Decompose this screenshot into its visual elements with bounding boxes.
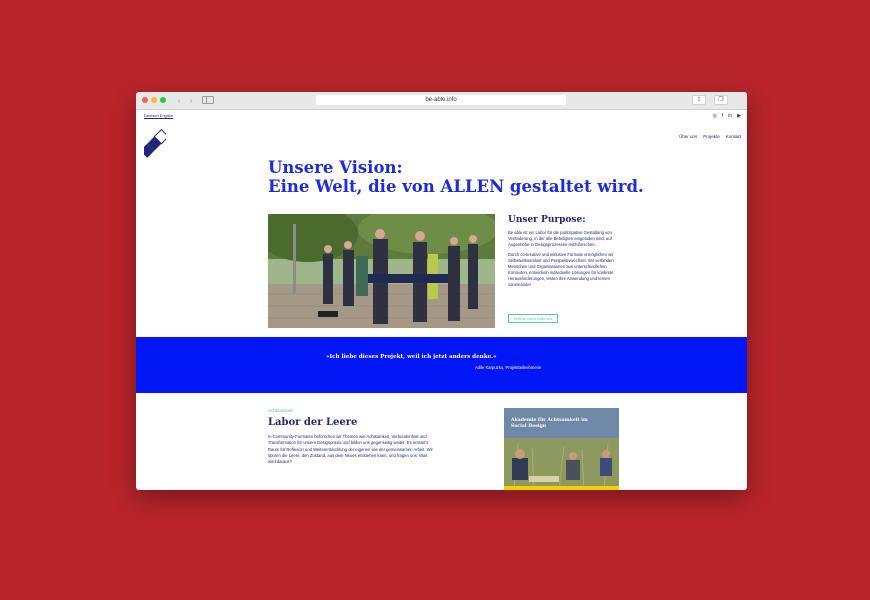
browser-toolbar: ‹ › be-able.info ⇪ ❐: [136, 92, 747, 110]
address-bar[interactable]: be-able.info: [316, 95, 566, 105]
purpose-paragraph-1: Be able ist ein Labor für die partizipat…: [508, 230, 612, 247]
language-switch[interactable]: Deutsch English: [144, 113, 173, 118]
minimize-window-button[interactable]: [151, 97, 157, 103]
maximize-window-button[interactable]: [160, 97, 166, 103]
vision-line-1: Unsere Vision:: [268, 158, 403, 177]
forward-arrow-icon[interactable]: ›: [186, 96, 196, 105]
learn-more-button[interactable]: Erfahre mehr Über uns: [508, 314, 558, 323]
vision-line-2: Eine Welt, die von ALLEN gestaltet wird.: [268, 177, 644, 196]
sidebar-toggle-icon[interactable]: [202, 96, 214, 104]
purpose-heading: Unser Purpose:: [508, 215, 586, 225]
linkedin-icon[interactable]: in: [728, 113, 732, 119]
project-title[interactable]: Labor der Leere: [268, 417, 357, 428]
testimonial-quote: »Ich liebe dieses Projekt, weil ich jetz…: [326, 354, 497, 360]
social-links: ◎ f in ▶: [712, 113, 741, 119]
workshop-photo: [268, 214, 495, 328]
web-page: Deutsch English ◎ f in ▶ Über uns Projek…: [136, 110, 747, 490]
tabs-overview-icon[interactable]: ❐: [714, 95, 728, 105]
project-card-title: Akademie für Achtsamkeit im Social Desig…: [511, 418, 588, 429]
purpose-paragraph-2: Durch co-kreative und inklusive Formate …: [508, 252, 614, 287]
instagram-icon[interactable]: ◎: [712, 113, 716, 119]
youtube-icon[interactable]: ▶: [737, 113, 741, 119]
nav-item-ueber-uns[interactable]: Über uns: [679, 134, 697, 139]
quote-section: »Ich liebe dieses Projekt, weil ich jetz…: [136, 337, 747, 393]
facebook-icon[interactable]: f: [722, 113, 723, 119]
project-card[interactable]: Akademie für Achtsamkeit im Social Desig…: [504, 408, 619, 490]
testimonial-author: Adile Karpuzku, Projektteilnehmerin: [475, 365, 542, 370]
back-arrow-icon[interactable]: ‹: [174, 96, 184, 105]
be-able-logo[interactable]: [144, 127, 166, 159]
project-description: In Community-Formaten beforschen wir The…: [268, 434, 433, 465]
close-window-button[interactable]: [142, 97, 148, 103]
share-icon[interactable]: ⇪: [692, 95, 706, 105]
vision-heading: Unsere Vision: Eine Welt, die von ALLEN …: [268, 158, 644, 196]
browser-window: ‹ › be-able.info ⇪ ❐ Deutsch English ◎ f…: [136, 92, 747, 490]
nav-item-projekte[interactable]: Projekte: [703, 134, 720, 139]
main-navigation: Über uns Projekte Kontakt: [679, 134, 741, 139]
project-category[interactable]: Achtsamkeit: [268, 408, 293, 413]
nav-item-kontakt[interactable]: Kontakt: [726, 134, 741, 139]
purpose-text: Be able ist ein Labor für die partizipat…: [508, 230, 618, 292]
